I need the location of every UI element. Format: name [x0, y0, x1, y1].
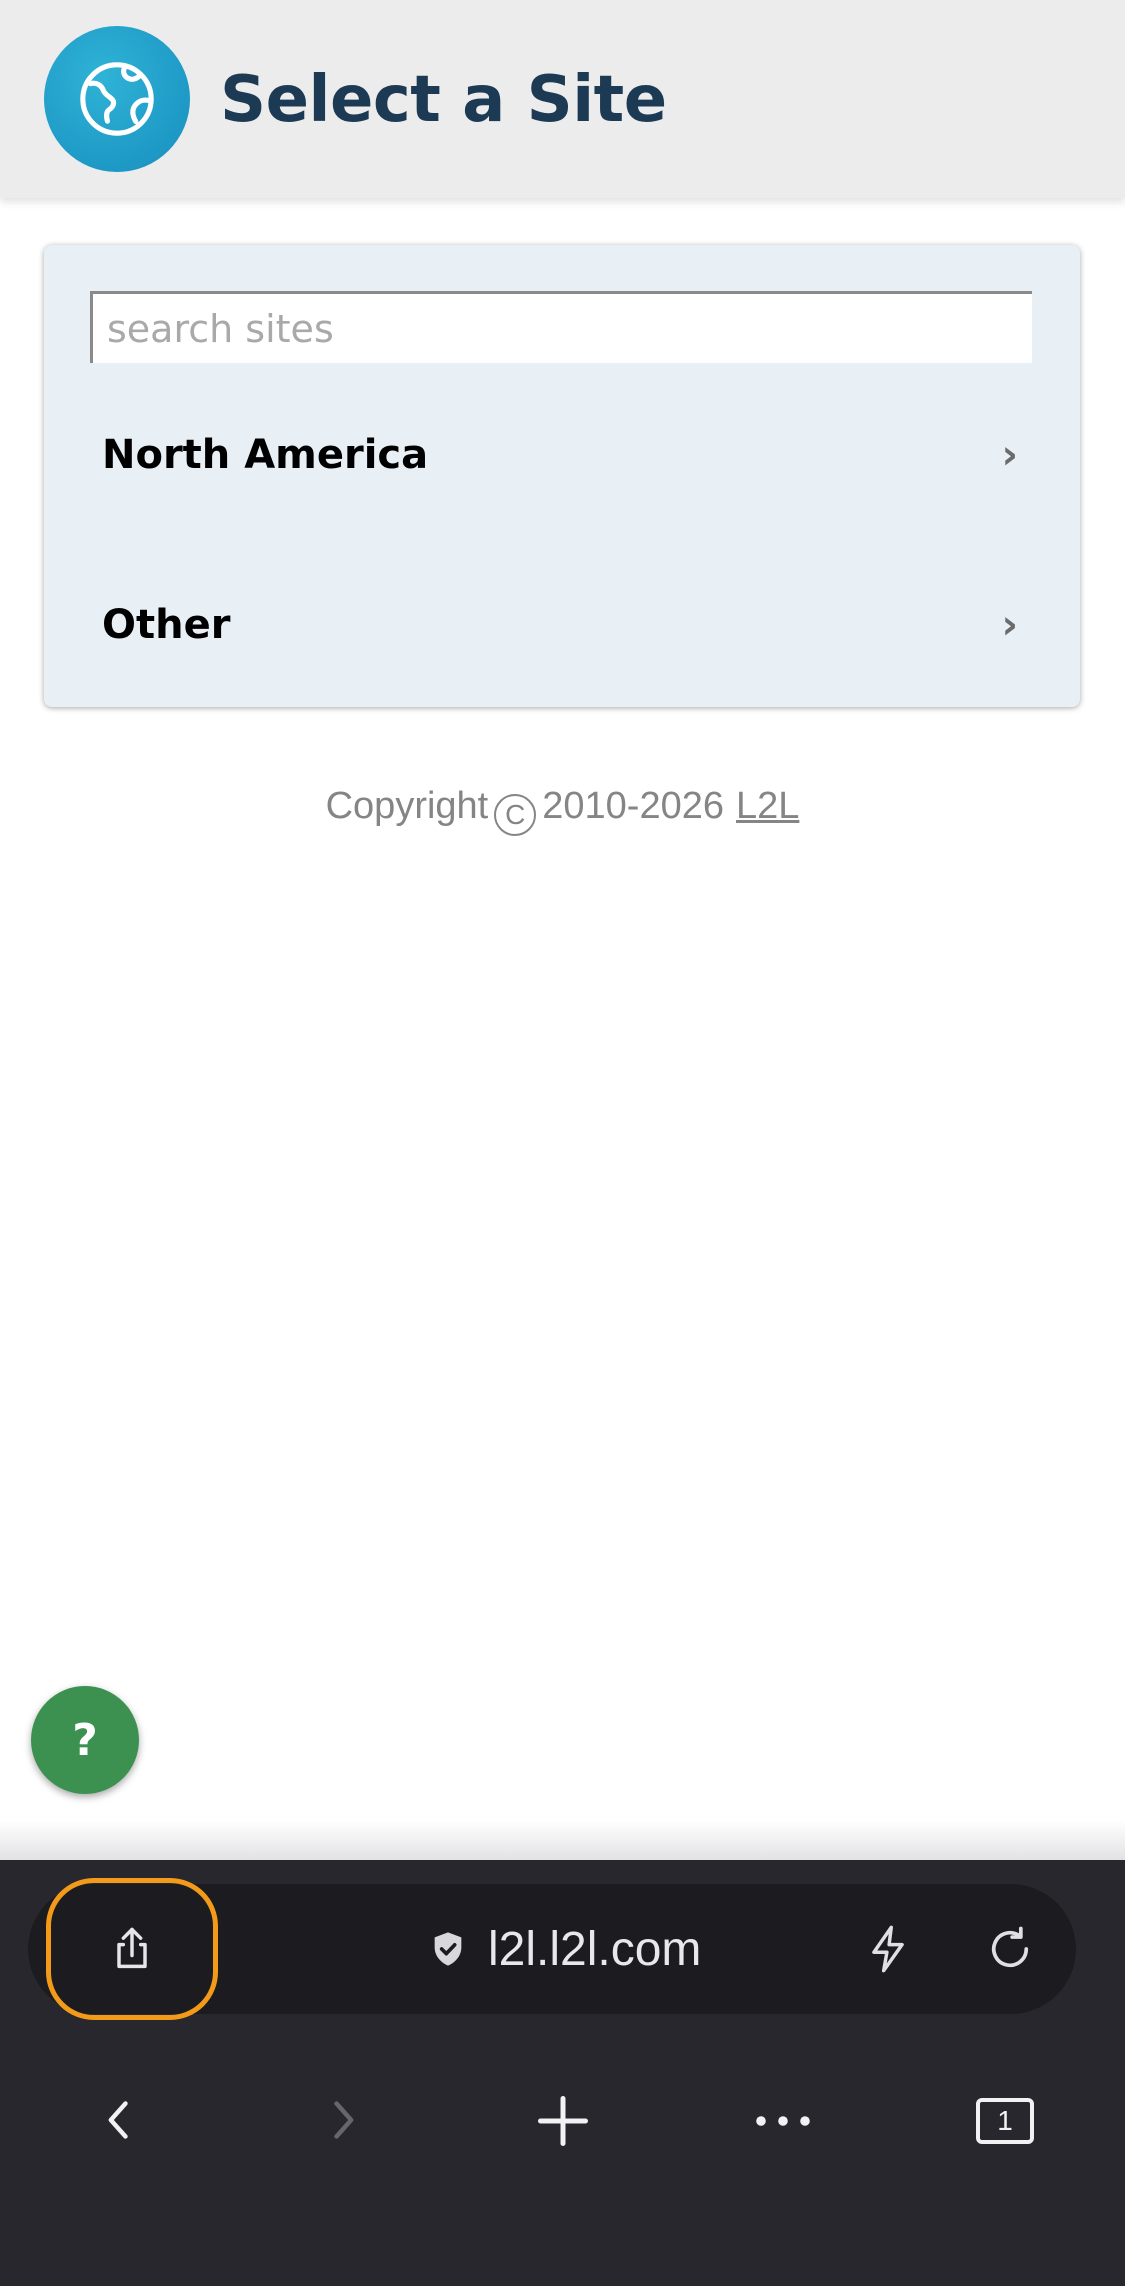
copyright-footer: Copyright C 2010-2026 L2L — [0, 785, 1125, 836]
copyright-label: Copyright — [325, 785, 489, 827]
browser-toolbar: l2l.l2l.com 1 — [0, 1860, 1125, 2286]
toolbar-shadow — [0, 1820, 1125, 1862]
back-button[interactable] — [90, 2090, 150, 2150]
lightning-button[interactable] — [858, 1919, 918, 1979]
more-icon — [756, 2116, 810, 2126]
help-button[interactable]: ? — [31, 1686, 139, 1794]
lightning-icon — [872, 1925, 904, 1973]
forward-button[interactable] — [312, 2090, 372, 2150]
forward-icon — [334, 2101, 354, 2139]
address-bar[interactable]: l2l.l2l.com — [28, 1878, 1076, 2020]
shield-check-icon — [434, 1932, 462, 1966]
share-icon — [117, 1927, 147, 1969]
site-selector-card: North America › Other › — [44, 245, 1080, 707]
region-item-other[interactable]: Other › — [44, 565, 1080, 685]
chevron-right-icon: › — [1001, 602, 1018, 648]
l2l-link[interactable]: L2L — [736, 785, 799, 827]
browser-nav-row: 1 — [0, 2060, 1125, 2180]
copyright-icon: C — [494, 794, 537, 836]
more-menu-button[interactable] — [750, 2088, 816, 2154]
reload-icon — [991, 1926, 1029, 1968]
page-title: Select a Site — [220, 63, 667, 137]
url-display[interactable]: l2l.l2l.com — [428, 1884, 701, 2014]
search-input[interactable] — [90, 291, 1032, 363]
new-tab-button[interactable] — [530, 2088, 596, 2154]
tabs-icon: 1 — [976, 2098, 1034, 2144]
share-button[interactable] — [46, 1878, 218, 2020]
tab-count: 1 — [997, 2105, 1013, 2136]
region-label: North America — [102, 432, 429, 478]
app-header: Select a Site — [0, 0, 1125, 198]
copyright-years: 2010-2026 — [542, 785, 724, 827]
url-text: l2l.l2l.com — [488, 1922, 702, 1976]
globe-icon — [44, 26, 190, 172]
reload-button[interactable] — [980, 1919, 1040, 1979]
tabs-button[interactable]: 1 — [972, 2088, 1038, 2154]
region-item-north-america[interactable]: North America › — [44, 395, 1080, 515]
back-icon — [108, 2101, 128, 2139]
region-label: Other — [102, 602, 231, 648]
new-tab-icon — [538, 2096, 588, 2146]
chevron-right-icon: › — [1001, 432, 1018, 478]
